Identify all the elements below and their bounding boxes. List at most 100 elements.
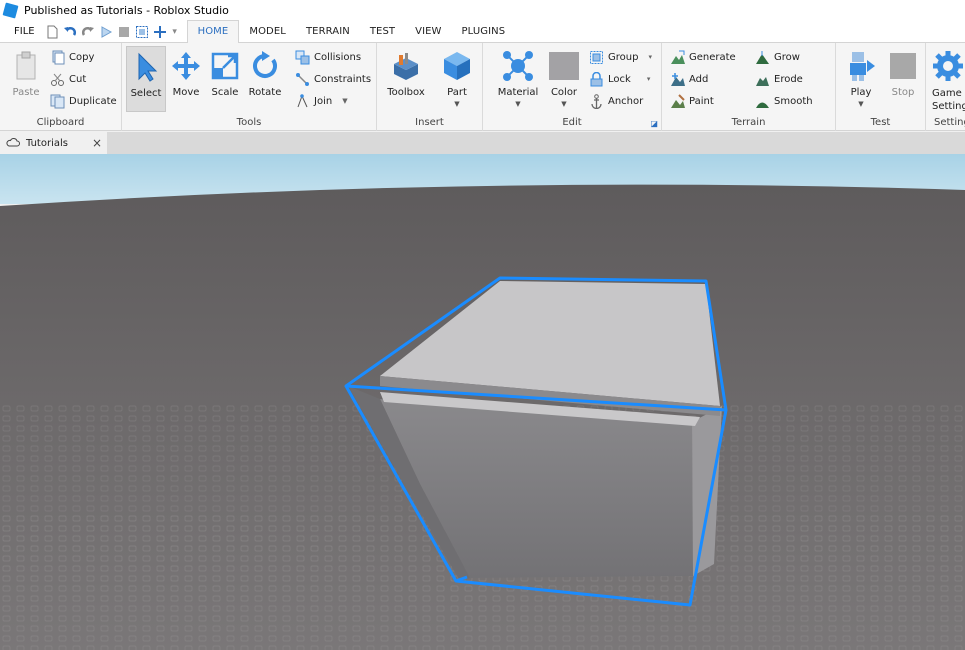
paint-label: Paint — [689, 95, 714, 107]
stop-label: Stop — [891, 87, 915, 98]
color-label: Color — [550, 87, 578, 98]
tab-home[interactable]: HOME — [186, 20, 240, 43]
erode-label: Erode — [774, 73, 803, 85]
terrain-paint-button[interactable]: Paint — [670, 92, 714, 110]
rotate-label: Rotate — [248, 87, 282, 98]
file-menu[interactable]: FILE — [0, 21, 45, 43]
title-bar: Published as Tutorials - Roblox Studio — [0, 0, 965, 21]
tab-model[interactable]: MODEL — [239, 21, 296, 43]
scale-tool-button[interactable]: Scale — [205, 46, 245, 112]
cut-label: Cut — [69, 73, 87, 85]
scale-label: Scale — [211, 87, 239, 98]
select-tool-button[interactable]: Select — [126, 46, 166, 112]
insert-group-label: Insert — [415, 117, 444, 128]
group-button[interactable]: Group ▾ — [589, 48, 652, 66]
terrain-group-label: Terrain — [731, 117, 766, 128]
part-label: Part — [447, 87, 467, 98]
move-arrows-icon — [170, 50, 202, 82]
3d-viewport[interactable] — [0, 154, 965, 650]
customize-arrow-icon[interactable]: ▾ — [171, 27, 179, 37]
document-tab-label: Tutorials — [26, 137, 68, 149]
anchor-button[interactable]: Anchor — [589, 92, 643, 110]
scene-render[interactable] — [0, 154, 965, 650]
paste-button[interactable]: Paste — [6, 46, 46, 112]
tab-terrain[interactable]: TERRAIN — [296, 21, 360, 43]
play-dropdown-arrow-icon[interactable]: ▼ — [858, 100, 863, 108]
color-button[interactable]: Color ▼ — [545, 46, 583, 112]
add-terrain-icon — [670, 72, 685, 87]
new-file-icon[interactable] — [45, 25, 59, 39]
join-dropdown-arrow-icon[interactable]: ▼ — [342, 97, 347, 105]
anchor-label: Anchor — [608, 95, 644, 107]
collisions-toggle[interactable]: Collisions — [295, 48, 361, 66]
duplicate-label: Duplicate — [69, 95, 117, 107]
material-button[interactable]: Material ▼ — [495, 46, 541, 112]
join-icon — [295, 93, 310, 109]
roblox-studio-logo-icon — [2, 2, 19, 19]
material-icon — [502, 50, 534, 82]
stop-square-icon — [887, 50, 919, 82]
quick-access-toolbar: ▾ — [45, 25, 179, 39]
stop-icon[interactable] — [117, 25, 131, 39]
tab-view[interactable]: VIEW — [405, 21, 451, 43]
terrain-generate-button[interactable]: Generate — [670, 48, 736, 66]
screenshot-icon[interactable] — [135, 25, 149, 39]
move-tool-icon[interactable] — [153, 25, 167, 39]
generate-label: Generate — [689, 51, 736, 63]
cloud-icon — [6, 137, 20, 150]
part-cube-icon — [441, 50, 473, 82]
rotate-tool-button[interactable]: Rotate — [245, 46, 285, 112]
terrain-add-button[interactable]: Add — [670, 70, 708, 88]
join-dropdown[interactable]: Join ▼ — [295, 92, 348, 110]
material-label: Material — [497, 87, 539, 98]
close-icon[interactable]: × — [92, 136, 102, 150]
rotate-icon — [249, 50, 281, 82]
lock-button[interactable]: Lock ▾ — [589, 70, 650, 88]
tab-test[interactable]: TEST — [360, 21, 405, 43]
material-dropdown-arrow-icon[interactable]: ▼ — [515, 100, 520, 108]
undo-icon[interactable] — [63, 25, 77, 39]
game-settings-label: Game Settings — [932, 88, 965, 112]
edit-group: Material ▼ Color ▼ Group ▾ Lock ▾ Anchor… — [483, 43, 662, 131]
cut-button[interactable]: Cut — [50, 70, 86, 88]
tab-plugins[interactable]: PLUGINS — [452, 21, 516, 43]
group-dropdown-arrow-icon[interactable]: ▾ — [648, 53, 652, 61]
settings-group: Game Settings Settings — [926, 43, 965, 131]
constraints-toggle[interactable]: Constraints — [295, 70, 371, 88]
toolbox-button[interactable]: Toolbox — [385, 46, 427, 112]
collisions-label: Collisions — [314, 51, 362, 63]
terrain-grow-button[interactable]: Grow — [755, 48, 800, 66]
constraints-icon — [295, 72, 310, 87]
gear-icon — [932, 50, 964, 82]
cursor-arrow-icon — [130, 51, 162, 83]
terrain-erode-button[interactable]: Erode — [755, 70, 803, 88]
play-here-icon[interactable] — [99, 25, 113, 39]
scale-icon — [209, 50, 241, 82]
color-dropdown-arrow-icon[interactable]: ▼ — [561, 100, 566, 108]
grow-terrain-icon — [755, 50, 770, 65]
toolbox-label: Toolbox — [387, 87, 425, 98]
game-settings-button[interactable]: Game Settings — [932, 46, 965, 112]
paint-terrain-icon — [670, 93, 685, 109]
duplicate-button[interactable]: Duplicate — [50, 92, 117, 110]
lock-dropdown-arrow-icon[interactable]: ▾ — [647, 75, 651, 83]
anchor-icon — [589, 93, 604, 109]
constraints-label: Constraints — [314, 73, 372, 85]
stop-button[interactable]: Stop — [884, 46, 922, 112]
play-button[interactable]: Play ▼ — [842, 46, 880, 112]
part-button[interactable]: Part ▼ — [437, 46, 477, 112]
color-swatch-icon — [548, 50, 580, 82]
redo-icon[interactable] — [81, 25, 95, 39]
document-tab-bar: Tutorials × — [0, 132, 965, 154]
tools-group-label: Tools — [236, 117, 262, 128]
lock-icon — [589, 71, 604, 87]
copy-button[interactable]: Copy — [50, 48, 94, 66]
lock-label: Lock — [608, 73, 631, 85]
tab-tutorials[interactable]: Tutorials × — [0, 132, 107, 154]
clipboard-group: Paste Copy Cut Duplicate Clipboard — [0, 43, 122, 131]
part-dropdown-arrow-icon[interactable]: ▼ — [454, 100, 459, 108]
test-group: Play ▼ Stop Test — [836, 43, 926, 131]
terrain-smooth-button[interactable]: Smooth — [755, 92, 813, 110]
move-tool-button[interactable]: Move — [166, 46, 206, 112]
play-character-icon — [845, 50, 877, 82]
